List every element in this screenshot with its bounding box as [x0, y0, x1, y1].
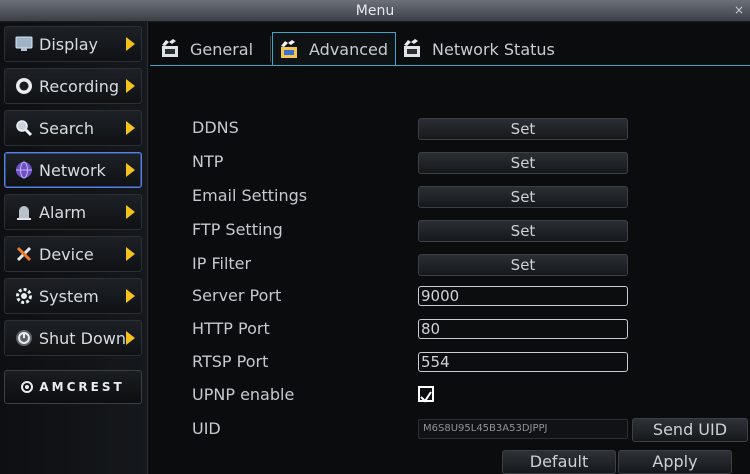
sidebar-item-label: Recording	[39, 76, 120, 96]
tab-general[interactable]: General	[160, 32, 268, 66]
chevron-right-icon	[126, 247, 135, 261]
sidebar-item-network[interactable]: Network	[4, 152, 142, 188]
chevron-right-icon	[126, 331, 135, 345]
chevron-right-icon	[126, 121, 135, 135]
uid-field: M6S8U95L45B3A53DJPPJ	[418, 419, 628, 439]
alarm-icon	[13, 201, 35, 223]
window-title: Menu	[355, 3, 395, 19]
close-icon[interactable]: ×	[734, 0, 744, 20]
sidebar-item-search[interactable]: Search	[4, 110, 142, 146]
tab-label: General	[190, 39, 254, 59]
rtsp-port-input[interactable]: 554	[418, 352, 628, 372]
globe-icon	[13, 159, 35, 181]
sidebar-item-label: Network	[39, 160, 106, 180]
http-port-label: HTTP Port	[192, 319, 270, 338]
sidebar-item-system[interactable]: System	[4, 278, 142, 314]
sidebar-item-label: Device	[39, 244, 94, 264]
ddns-label: DDNS	[192, 118, 239, 137]
tab-bar: General Advanced Network Status	[150, 32, 750, 66]
sidebar-item-label: Alarm	[39, 202, 87, 222]
ip-filter-set-button[interactable]: Set	[418, 254, 628, 276]
menu-window: Menu × Display Recording Search Network …	[0, 0, 750, 474]
record-icon	[13, 75, 35, 97]
ftp-setting-label: FTP Setting	[192, 220, 283, 239]
sidebar-item-display[interactable]: Display	[4, 26, 142, 62]
clapper-icon	[160, 39, 182, 59]
tab-label: Advanced	[309, 40, 389, 59]
tab-advanced[interactable]: Advanced	[272, 32, 396, 66]
clapper-icon	[402, 39, 424, 59]
sidebar-item-label: Search	[39, 118, 94, 138]
tab-label: Network Status	[432, 39, 555, 59]
tab-underline	[150, 65, 750, 66]
tools-icon	[13, 243, 35, 265]
content-panel: General Advanced Network Status DDNS Set…	[150, 22, 750, 474]
chevron-right-icon	[126, 205, 135, 219]
title-bar: Menu ×	[0, 0, 750, 22]
search-icon	[13, 117, 35, 139]
monitor-icon	[13, 33, 35, 55]
tab-divider	[270, 36, 271, 62]
ntp-label: NTP	[192, 152, 224, 171]
upnp-enable-label: UPNP enable	[192, 385, 295, 404]
chevron-right-icon	[126, 79, 135, 93]
sidebar-item-shut-down[interactable]: Shut Down	[4, 320, 142, 356]
sidebar-item-device[interactable]: Device	[4, 236, 142, 272]
ftp-set-button[interactable]: Set	[418, 220, 628, 242]
http-port-input[interactable]: 80	[418, 319, 628, 339]
ip-filter-label: IP Filter	[192, 254, 252, 273]
sidebar-item-label: Shut Down	[38, 328, 126, 348]
server-port-input[interactable]: 9000	[418, 286, 628, 306]
gear-icon	[13, 285, 35, 307]
check-icon	[420, 391, 432, 403]
sidebar-item-recording[interactable]: Recording	[4, 68, 142, 104]
brand-name: AMCREST	[39, 380, 125, 394]
uid-label: UID	[192, 419, 221, 438]
email-set-button[interactable]: Set	[418, 186, 628, 208]
sidebar-item-label: Display	[39, 34, 98, 54]
tab-network-status[interactable]: Network Status	[402, 32, 582, 66]
power-icon	[13, 327, 35, 349]
sidebar-item-label: System	[39, 286, 99, 306]
sidebar-item-alarm[interactable]: Alarm	[4, 194, 142, 230]
sidebar: Display Recording Search Network Alarm D…	[0, 22, 148, 474]
upnp-checkbox[interactable]	[418, 386, 434, 403]
default-button[interactable]: Default	[502, 450, 616, 474]
server-port-label: Server Port	[192, 286, 282, 305]
chevron-right-icon	[126, 163, 135, 177]
apply-button[interactable]: Apply	[618, 450, 732, 474]
chevron-right-icon	[126, 289, 135, 303]
clapper-icon	[279, 39, 301, 60]
logo-icon	[21, 381, 34, 393]
ntp-set-button[interactable]: Set	[418, 152, 628, 174]
send-uid-button[interactable]: Send UID	[632, 418, 748, 442]
chevron-right-icon	[126, 37, 135, 51]
brand-logo: AMCREST	[4, 370, 142, 404]
rtsp-port-label: RTSP Port	[192, 352, 269, 371]
email-settings-label: Email Settings	[192, 186, 308, 205]
ddns-set-button[interactable]: Set	[418, 118, 628, 140]
